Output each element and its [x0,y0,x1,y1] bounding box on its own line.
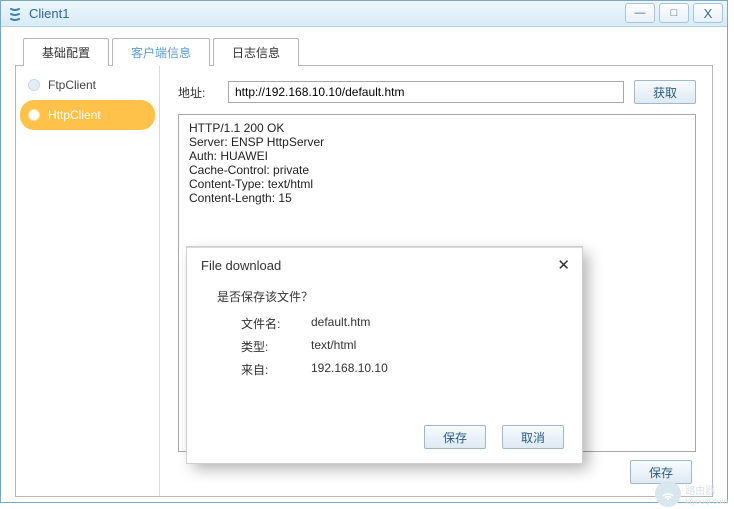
watermark-sub: luyouqi.com [685,497,728,506]
dialog-row-key: 来自: [241,361,311,378]
address-label: 地址: [178,84,218,101]
sidebar: FtpClient HttpClient [16,66,160,496]
minimize-button[interactable]: — [625,3,655,23]
status-dot-icon [28,109,40,121]
sidebar-item-ftpclient[interactable]: FtpClient [20,70,155,100]
sidebar-item-label: FtpClient [48,78,96,92]
dialog-row-from: 来自: 192.168.10.10 [217,361,552,378]
dialog-close-icon[interactable]: ✕ [557,256,570,274]
dialog-row-value: 192.168.10.10 [311,361,388,378]
titlebar: Client1 — □ X [1,1,727,27]
watermark: 路由器 luyouqi.com [655,481,728,507]
tab-basic-config[interactable]: 基础配置 [23,38,109,66]
sidebar-item-label: HttpClient [48,108,101,122]
address-input[interactable] [228,81,624,103]
dialog-title: File download [201,258,281,273]
app-icon [7,6,23,22]
tab-client-info[interactable]: 客户端信息 [112,38,210,66]
dialog-row-type: 类型: text/html [217,338,552,355]
dialog-save-button[interactable]: 保存 [424,425,486,449]
maximize-button[interactable]: □ [659,3,689,23]
sidebar-item-httpclient[interactable]: HttpClient [20,100,155,130]
window-title: Client1 [29,6,69,21]
dialog-row-filename: 文件名: default.htm [217,315,552,332]
dialog-row-key: 类型: [241,338,311,355]
tab-bar: 基础配置 客户端信息 日志信息 [23,37,713,65]
file-download-dialog: File download ✕ 是否保存该文件？ 文件名: default.ht… [187,247,582,463]
dialog-question: 是否保存该文件？ [217,288,552,305]
dialog-row-value: default.htm [311,315,370,332]
close-button[interactable]: X [693,3,723,23]
dialog-row-key: 文件名: [241,315,311,332]
fetch-button[interactable]: 获取 [634,80,696,104]
router-icon [655,481,681,507]
dialog-row-value: text/html [311,338,356,355]
dialog-cancel-button[interactable]: 取消 [502,425,564,449]
status-dot-icon [28,79,40,91]
tab-log-info[interactable]: 日志信息 [213,38,299,66]
watermark-text: 路由器 [685,482,728,497]
